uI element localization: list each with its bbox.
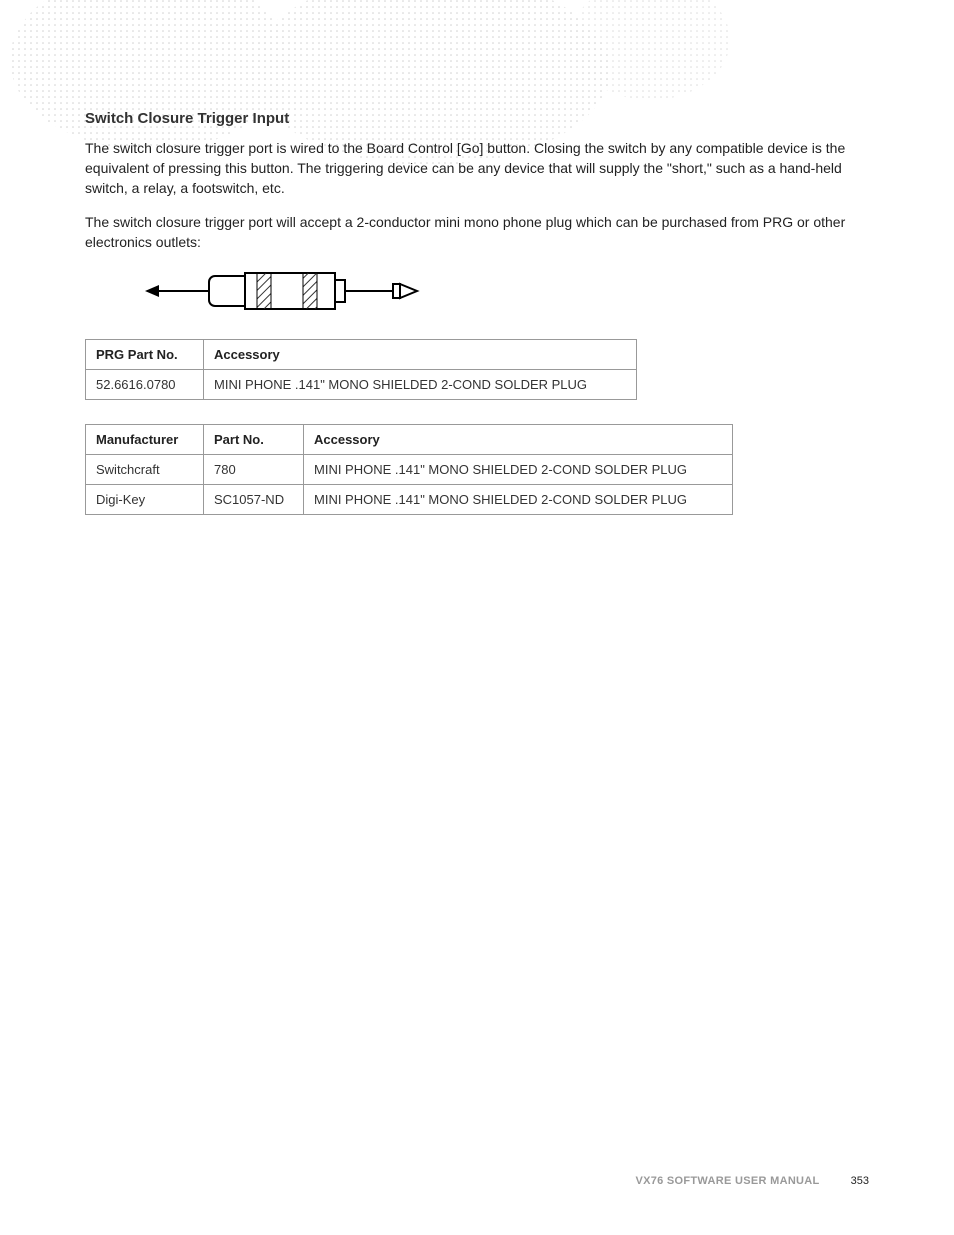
t2-r0c1: 780	[204, 455, 304, 485]
paragraph-1: The switch closure trigger port is wired…	[85, 139, 869, 199]
t1-h2: Accessory	[204, 340, 637, 370]
t2-h1: Manufacturer	[86, 425, 204, 455]
t1-r0c1: MINI PHONE .141" MONO SHIELDED 2-COND SO…	[204, 370, 637, 400]
manual-title: VX76 SOFTWARE USER MANUAL	[635, 1175, 819, 1187]
t1-r0c0: 52.6616.0780	[86, 370, 204, 400]
prg-part-table: PRG Part No. Accessory 52.6616.0780 MINI…	[85, 339, 637, 400]
t2-h2: Part No.	[204, 425, 304, 455]
page-number: 353	[851, 1175, 869, 1187]
page-footer: VX76 SOFTWARE USER MANUAL 353	[635, 1175, 869, 1187]
t2-r1c2: MINI PHONE .141" MONO SHIELDED 2-COND SO…	[304, 485, 733, 515]
table-row: 52.6616.0780 MINI PHONE .141" MONO SHIEL…	[86, 370, 637, 400]
t2-h3: Accessory	[304, 425, 733, 455]
table-row: Digi-Key SC1057-ND MINI PHONE .141" MONO…	[86, 485, 733, 515]
table-row: Switchcraft 780 MINI PHONE .141" MONO SH…	[86, 455, 733, 485]
t1-h1: PRG Part No.	[86, 340, 204, 370]
phone-plug-diagram	[145, 266, 869, 321]
manufacturer-table: Manufacturer Part No. Accessory Switchcr…	[85, 424, 733, 515]
t2-r0c2: MINI PHONE .141" MONO SHIELDED 2-COND SO…	[304, 455, 733, 485]
section-heading: Switch Closure Trigger Input	[85, 110, 869, 127]
t2-r1c0: Digi-Key	[86, 485, 204, 515]
paragraph-2: The switch closure trigger port will acc…	[85, 213, 869, 253]
t2-r0c0: Switchcraft	[86, 455, 204, 485]
t2-r1c1: SC1057-ND	[204, 485, 304, 515]
